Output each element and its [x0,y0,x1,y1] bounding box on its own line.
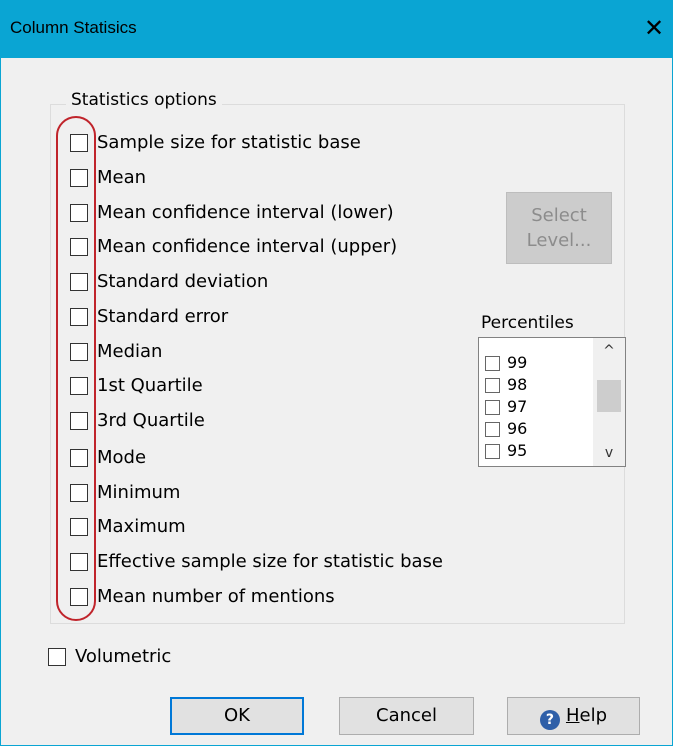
window-title: Column Statisics [10,18,137,37]
percentiles-list[interactable]: 99 98 97 96 95 ^ v [478,337,626,467]
option-checkbox[interactable] [70,134,88,152]
option-checkbox[interactable] [70,238,88,256]
percentile-label: 96 [507,419,528,438]
help-button[interactable]: ? Help [507,697,640,735]
option-label: Effective sample size for statistic base [97,551,443,572]
select-level-line1: Select [531,205,587,226]
percentile-checkbox[interactable] [485,356,500,371]
option-checkbox[interactable] [70,449,88,467]
option-checkbox[interactable] [70,204,88,222]
percentiles-scrollbar[interactable]: ^ v [593,338,625,466]
percentile-checkbox[interactable] [485,422,500,437]
option-checkbox[interactable] [70,588,88,606]
group-title: Statistics options [66,90,222,110]
percentile-checkbox[interactable] [485,400,500,415]
option-label: Standard deviation [97,271,269,292]
option-checkbox[interactable] [70,553,88,571]
volumetric-label: Volumetric [75,646,172,667]
option-label: 1st Quartile [97,375,203,396]
percentile-label: 98 [507,375,528,394]
percentile-checkbox[interactable] [485,378,500,393]
option-checkbox[interactable] [70,343,88,361]
option-label: Standard error [97,306,229,327]
option-label: Mean confidence interval (lower) [97,202,394,223]
percentile-label: 95 [507,441,528,460]
option-label: Minimum [97,482,181,503]
help-label-rest: elp [579,705,608,726]
cancel-button[interactable]: Cancel [339,697,474,735]
option-checkbox[interactable] [70,484,88,502]
title-bar: Column Statisics ✕ [0,0,673,58]
option-checkbox[interactable] [70,273,88,291]
option-checkbox[interactable] [70,518,88,536]
percentile-label: 97 [507,397,528,416]
option-checkbox[interactable] [70,412,88,430]
percentile-checkbox[interactable] [485,444,500,459]
chevron-down-icon[interactable]: v [593,443,625,463]
option-label: 3rd Quartile [97,410,205,431]
ok-button[interactable]: OK [170,697,304,735]
chevron-up-icon[interactable]: ^ [593,341,625,361]
option-label: Sample size for statistic base [97,132,361,153]
help-label-mnemonic: H [565,705,580,726]
close-icon[interactable]: ✕ [641,14,667,42]
option-label: Mode [97,447,147,468]
help-icon: ? [539,710,560,730]
percentiles-title: Percentiles [481,313,574,333]
option-label: Mean [97,167,147,188]
option-checkbox[interactable] [70,377,88,395]
option-checkbox[interactable] [70,169,88,187]
volumetric-checkbox[interactable] [48,648,66,666]
option-label: Mean number of mentions [97,586,335,607]
percentile-label: 99 [507,353,528,372]
option-label: Mean confidence interval (upper) [97,236,398,257]
option-label: Median [97,341,163,362]
select-level-button[interactable]: Select Level... [506,192,612,264]
scrollbar-thumb[interactable] [597,380,621,412]
option-checkbox[interactable] [70,308,88,326]
option-label: Maximum [97,516,186,537]
select-level-line2: Level... [526,230,592,251]
